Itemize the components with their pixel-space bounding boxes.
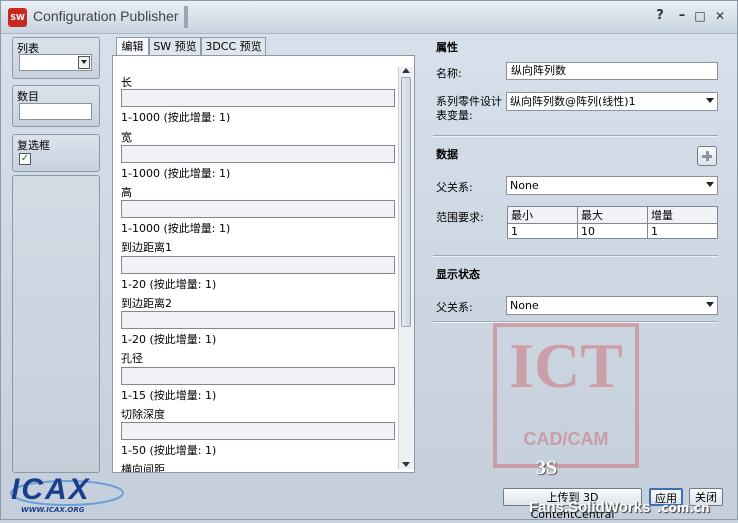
fans-solidworks-brand: Fans.SolidWorks: [529, 499, 651, 516]
title-bar: SW Configuration Publisher ? – □ ✕: [1, 1, 737, 34]
window-title: Configuration Publisher: [33, 8, 179, 24]
tab-3dcc-preview[interactable]: 3DCC 预览: [201, 37, 266, 55]
count-control-label: 数目: [17, 90, 39, 103]
scroll-thumb[interactable]: [401, 77, 411, 327]
range-max-input[interactable]: 10: [577, 223, 648, 239]
chevron-down-icon: [706, 182, 714, 187]
close-window-button[interactable]: ✕: [713, 9, 727, 23]
data-header: 数据: [436, 148, 458, 161]
field-label: 到边距离1: [121, 241, 172, 254]
field-input-length[interactable]: [121, 89, 395, 107]
list-dropdown[interactable]: [19, 54, 92, 71]
tab-edit[interactable]: 编辑: [116, 37, 149, 56]
display-parent-value: None: [510, 299, 539, 312]
field-range: 1-1000 (按此增量: 1): [121, 111, 231, 124]
range-table: 最小 最大 增量 1 10 1: [507, 206, 718, 239]
name-input[interactable]: 纵向阵列数: [506, 62, 718, 80]
chevron-down-icon: [706, 302, 714, 307]
divider: [433, 135, 718, 137]
field-range: 1-1000 (按此增量: 1): [121, 167, 231, 180]
configuration-publisher-window: SW Configuration Publisher ? – □ ✕ 列表 数目…: [0, 0, 738, 521]
maximize-button[interactable]: □: [693, 9, 707, 23]
field-label: 切除深度: [121, 408, 165, 421]
help-icon[interactable]: ?: [653, 9, 667, 23]
chevron-down-icon[interactable]: [78, 56, 90, 69]
checkbox-control-label: 复选框: [17, 139, 50, 152]
field-range: 1-50 (按此增量: 1): [121, 444, 217, 457]
field-label: 宽: [121, 131, 132, 144]
data-parent-value: None: [510, 179, 539, 192]
field-input-hole-diameter[interactable]: [121, 367, 395, 385]
range-label: 范围要求:: [436, 211, 484, 224]
icax-logo: ICAX WWW.ICAX.ORG: [7, 471, 127, 517]
display-parent-select[interactable]: None: [506, 296, 718, 315]
field-input-cut-depth[interactable]: [121, 422, 395, 440]
field-input-height[interactable]: [121, 200, 395, 218]
field-input-edge-distance-2[interactable]: [121, 311, 395, 329]
field-label: 横向间距: [121, 463, 165, 473]
count-control-palette-item[interactable]: 数目: [12, 85, 100, 127]
list-control-palette-item[interactable]: 列表: [12, 37, 100, 79]
scroll-down-icon[interactable]: [402, 462, 410, 467]
field-range: 1-20 (按此增量: 1): [121, 278, 217, 291]
dassault-logo: 3S: [536, 457, 558, 479]
count-input[interactable]: [19, 103, 92, 120]
field-label: 孔径: [121, 352, 143, 365]
add-icon[interactable]: [697, 146, 717, 166]
field-range: 1-15 (按此增量: 1): [121, 389, 217, 402]
display-state-header: 显示状态: [436, 268, 480, 281]
fans-solidworks-domain: .com.cn: [657, 501, 710, 515]
field-input-width[interactable]: [121, 145, 395, 163]
tab-sw-preview[interactable]: SW 预览: [149, 37, 201, 55]
table-variable-value: 纵向阵列数@阵列(线性)1: [510, 95, 636, 108]
field-label: 高: [121, 186, 132, 199]
ict-watermark: ICT CAD/CAM: [493, 323, 639, 468]
field-range: 1-1000 (按此增量: 1): [121, 222, 231, 235]
divider: [433, 255, 718, 257]
range-min-input[interactable]: 1: [507, 223, 578, 239]
field-label: 到边距离2: [121, 297, 172, 310]
checkbox-checked[interactable]: ✓: [19, 153, 31, 165]
field-range: 1-20 (按此增量: 1): [121, 333, 217, 346]
field-label: 长: [121, 76, 132, 89]
display-parent-label: 父关系:: [436, 301, 473, 314]
data-parent-label: 父关系:: [436, 181, 473, 194]
title-divider: [184, 6, 188, 28]
minimize-button[interactable]: –: [675, 9, 689, 23]
icax-logo-url: WWW.ICAX.ORG: [21, 506, 85, 514]
table-variable-label-line2: 表变量:: [436, 109, 473, 122]
control-palette-empty-area: [12, 175, 100, 473]
range-min-header: 最小: [507, 206, 578, 224]
chevron-down-icon: [706, 98, 714, 103]
watermark-main-text: ICT: [509, 330, 623, 401]
name-label: 名称:: [436, 67, 462, 80]
table-variable-select[interactable]: 纵向阵列数@阵列(线性)1: [506, 92, 718, 111]
solidworks-app-icon: SW: [8, 8, 27, 27]
icax-logo-text: ICAX: [11, 473, 91, 506]
range-increment-header: 增量: [647, 206, 718, 224]
scroll-up-icon[interactable]: [402, 68, 410, 73]
range-max-header: 最大: [577, 206, 648, 224]
data-parent-select[interactable]: None: [506, 176, 718, 195]
watermark-sub-text: CAD/CAM: [523, 429, 609, 449]
field-input-edge-distance-1[interactable]: [121, 256, 395, 274]
properties-header: 属性: [436, 41, 458, 54]
form-scrollbar[interactable]: [398, 67, 414, 469]
form-editor: 长 1-1000 (按此增量: 1) 宽 1-1000 (按此增量: 1) 高 …: [112, 55, 415, 473]
range-increment-input[interactable]: 1: [647, 223, 718, 239]
